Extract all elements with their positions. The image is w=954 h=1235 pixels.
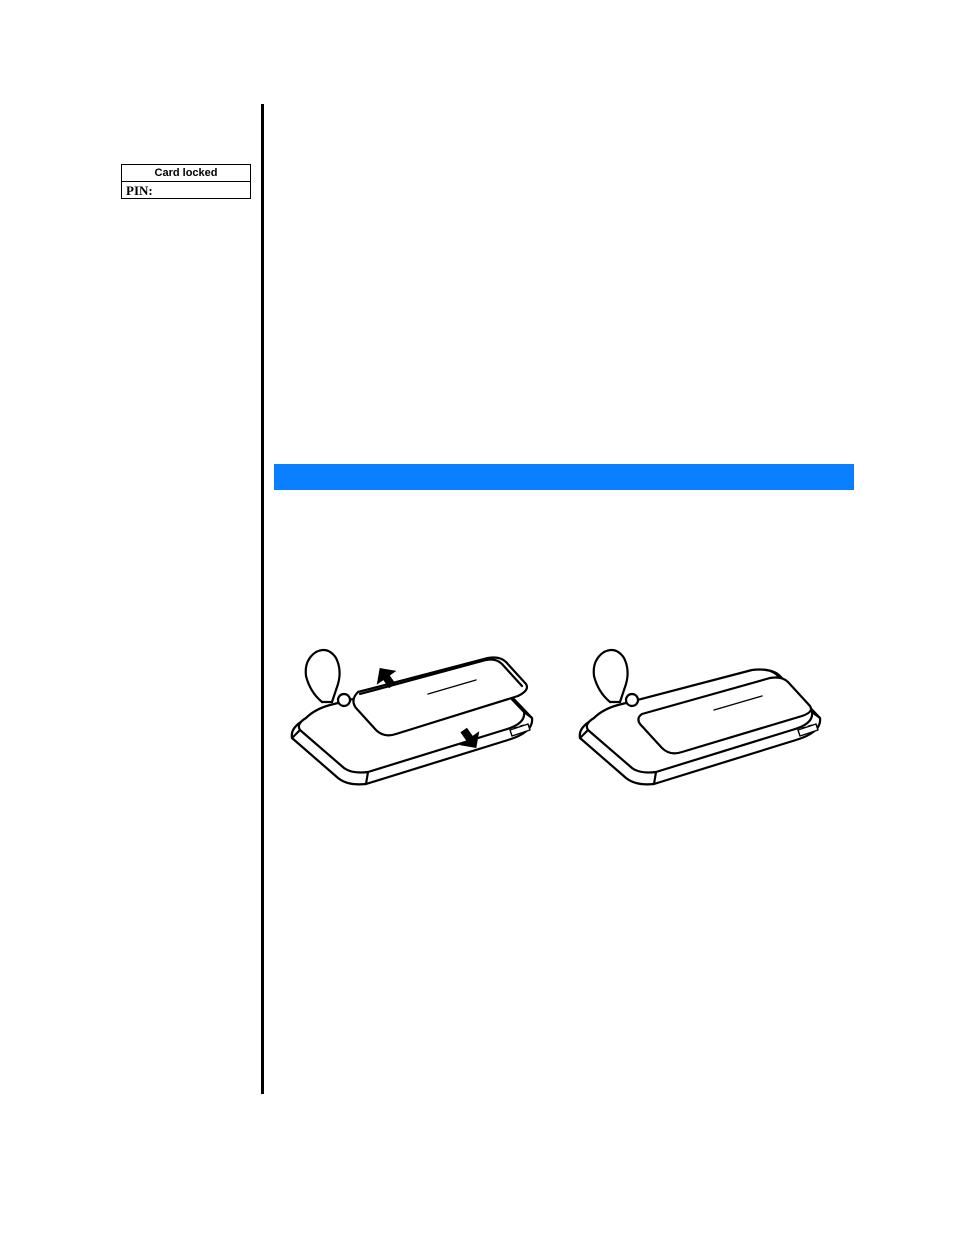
bullet-2: • Numbers stored in the Hotlines list (f…: [296, 262, 852, 300]
pin-paragraph-a: Enter the SIM PIN and press OK to unlock…: [276, 331, 831, 365]
security-menu-link[interactable]: 'Security menu': [276, 369, 362, 384]
bullet-1: • Emergency number (e.g. 112), pre-progr…: [296, 232, 852, 251]
card-locked-screen: Card locked PIN:: [121, 164, 251, 199]
bullet-1-text: Emergency number (e.g. 112), pre-program…: [296, 233, 651, 248]
bullet-2-marker: •: [278, 262, 283, 281]
phone-battery-closed-illustration: [566, 620, 836, 795]
pin-paragraph-b: on page 63. Please read this chapter if …: [362, 369, 837, 384]
pin-paragraph: Enter the SIM PIN and press OK to unlock…: [276, 330, 852, 387]
bullet-2-hotlines: Hotlines: [424, 263, 474, 278]
bullet-2-text-a: Numbers stored in the: [296, 263, 424, 278]
battery-paragraph: Insert the battery as shown here. Make s…: [276, 510, 852, 548]
intro-paragraph: If your service provider has enabled the…: [276, 108, 852, 184]
card-locked-header: Card locked: [121, 164, 251, 182]
card-locked-body: PIN:: [121, 182, 251, 199]
vertical-rule: [261, 104, 264, 1094]
section-heading: Installing the battery: [284, 466, 844, 488]
phone-battery-insert-illustration: [278, 610, 548, 795]
bullet-1-marker: •: [278, 232, 283, 251]
